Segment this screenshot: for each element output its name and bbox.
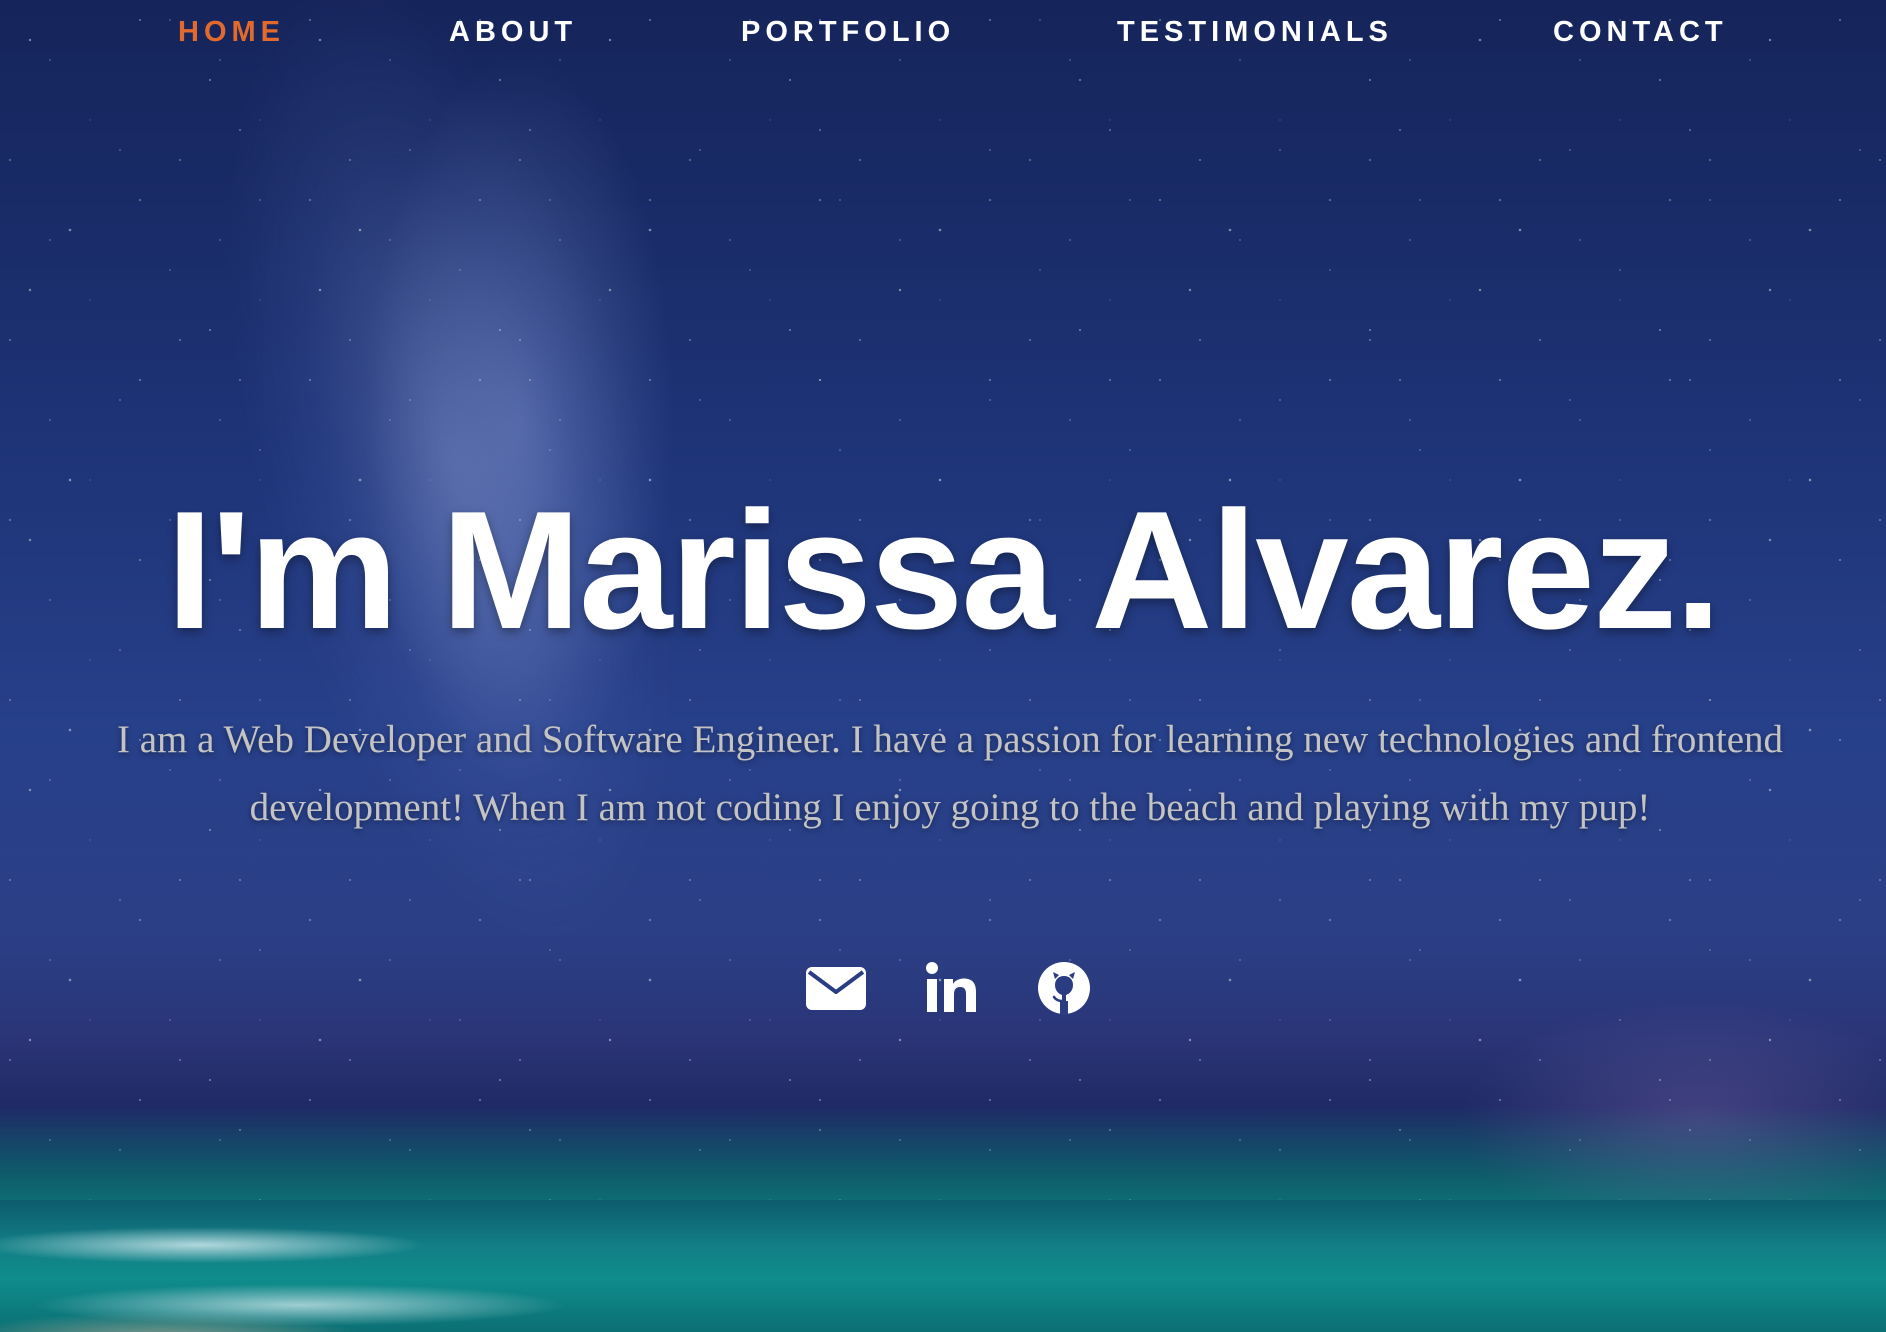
main-navigation: HOME ABOUT PORTFOLIO TESTIMONIALS CONTAC… [0, 0, 1886, 66]
github-link[interactable] [1031, 955, 1097, 1021]
nav-item-testimonials[interactable]: TESTIMONIALS [1117, 16, 1393, 49]
envelope-icon [806, 967, 866, 1010]
linkedin-link[interactable] [918, 955, 984, 1021]
nav-item-portfolio[interactable]: PORTFOLIO [741, 16, 955, 49]
social-links [0, 955, 1886, 1021]
nav-item-home[interactable]: HOME [178, 16, 285, 49]
hero-section: HOME ABOUT PORTFOLIO TESTIMONIALS CONTAC… [0, 0, 1886, 1332]
nav-item-about[interactable]: ABOUT [449, 16, 577, 49]
github-icon [1038, 962, 1090, 1015]
email-link[interactable] [803, 955, 869, 1021]
linkedin-icon [926, 962, 976, 1012]
shore-rocks [0, 1300, 520, 1332]
nav-item-contact[interactable]: CONTACT [1553, 16, 1728, 49]
hero-bio: I am a Web Developer and Software Engine… [116, 718, 1784, 829]
hero-title: I'm Marissa Alvarez. [166, 476, 1721, 664]
